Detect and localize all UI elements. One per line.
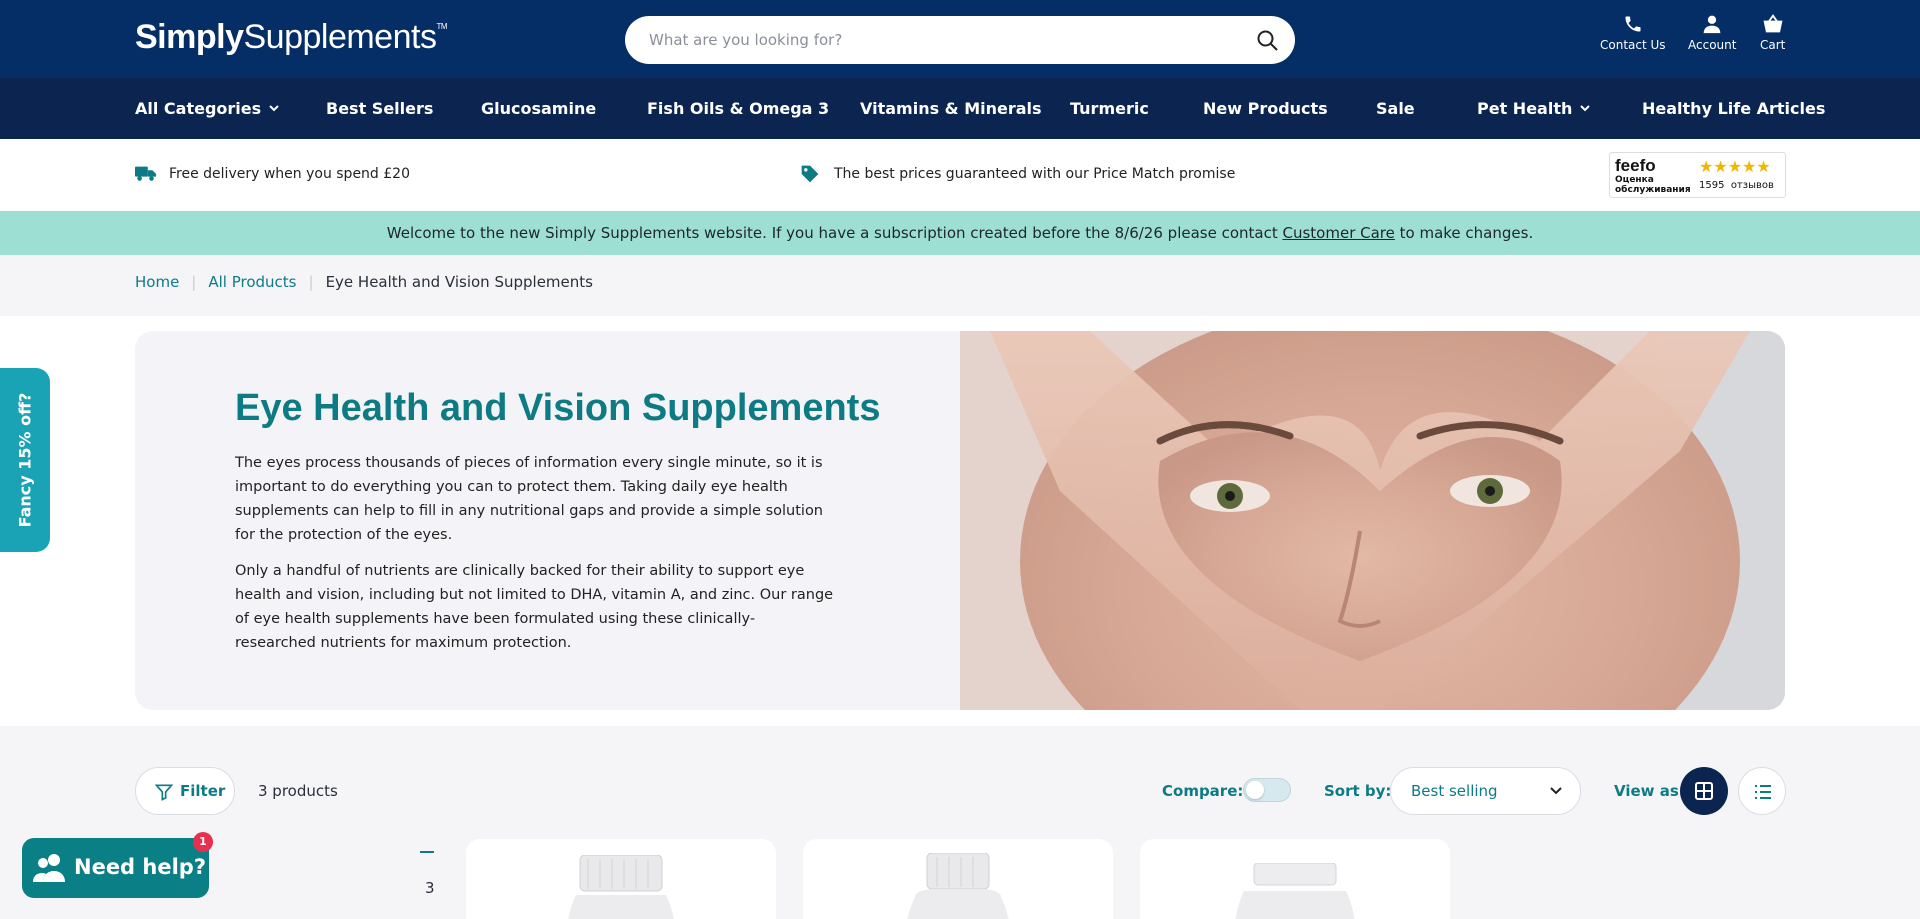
top-header: SimplySupplementsTM Contact Us Account C… <box>0 0 1920 78</box>
nav-label: Glucosamine <box>481 99 597 118</box>
nav-label: Turmeric <box>1070 99 1149 118</box>
nav-pet-health[interactable]: Pet Health <box>1477 99 1591 118</box>
announcement-text: Welcome to the new Simply Supplements we… <box>386 224 1283 242</box>
phone-icon <box>1625 16 1641 32</box>
feefo-logo: feefo <box>1615 156 1656 175</box>
product-card[interactable] <box>1140 839 1450 919</box>
nav-label: New Products <box>1203 99 1328 118</box>
users-icon <box>33 854 65 882</box>
basket-icon <box>1763 14 1783 33</box>
product-count: 3 products <box>258 782 338 800</box>
search-icon[interactable] <box>1255 28 1279 52</box>
product-bottle-image <box>907 853 1009 919</box>
nav-label: Fish Oils & Omega 3 <box>647 99 830 118</box>
nav-turmeric[interactable]: Turmeric <box>1070 99 1149 118</box>
feefo-badge[interactable]: feefo Оценка обслуживания ★★★★★ 1595 отз… <box>1609 152 1786 198</box>
hero-description-2: Only a handful of nutrients are clinical… <box>235 563 834 651</box>
filter-button[interactable]: Filter <box>135 767 235 815</box>
discount-tab-label: Fancy 15% off? <box>15 392 35 528</box>
feefo-stars: ★★★★★ <box>1699 157 1771 176</box>
chat-notification-badge: 1 <box>193 832 213 852</box>
sort-select[interactable]: Best selling <box>1390 767 1581 815</box>
sort-label: Sort by: <box>1324 782 1392 800</box>
grid-icon <box>1695 782 1713 800</box>
chevron-down-icon <box>1580 105 1591 112</box>
grid-view-button[interactable] <box>1680 767 1728 815</box>
product-bottle-image <box>568 855 674 919</box>
view-as-label: View as: <box>1614 782 1685 800</box>
cart-link[interactable]: Cart <box>1760 14 1785 52</box>
discount-popup-tab[interactable]: Fancy 15% off? <box>0 368 50 552</box>
cart-label: Cart <box>1760 38 1786 52</box>
sort-value: Best selling <box>1411 782 1498 800</box>
feefo-count-label: отзывов <box>1730 180 1774 191</box>
funnel-icon <box>154 784 174 801</box>
nav-best-sellers[interactable]: Best Sellers <box>326 99 433 118</box>
product-card[interactable] <box>803 839 1113 919</box>
list-icon <box>1755 785 1771 799</box>
breadcrumb: Home | All Products | Eye Health and Vision … <box>135 273 593 291</box>
feefo-label: Оценка обслуживания <box>1615 175 1691 195</box>
logo-rest: Supplements <box>243 18 437 56</box>
nav-label: Best Sellers <box>326 99 434 118</box>
breadcrumb-separator: | <box>308 273 314 291</box>
user-icon <box>1703 15 1721 34</box>
nav-glucosamine[interactable]: Glucosamine <box>481 99 596 118</box>
price-tag-icon <box>801 165 819 183</box>
usp-price-match-text: The best prices guaranteed with our Pric… <box>834 166 1236 182</box>
contact-us-link[interactable]: Contact Us <box>1600 14 1666 52</box>
nav-label: Pet Health <box>1477 99 1573 118</box>
account-link[interactable]: Account <box>1688 14 1736 52</box>
nav-healthy-life-articles[interactable]: Healthy Life Articles <box>1642 99 1825 118</box>
usp-delivery: Free delivery when you spend £20 <box>135 166 410 182</box>
main-nav: All Categories Best Sellers Glucosamine … <box>0 78 1920 139</box>
nav-label: Vitamins & Minerals <box>860 99 1042 118</box>
announcement-bar: Welcome to the new Simply Supplements we… <box>0 211 1920 255</box>
breadcrumb-current: Eye Health and Vision Supplements <box>325 273 593 291</box>
feefo-count-number: 1595 <box>1699 180 1725 191</box>
usp-delivery-text: Free delivery when you spend £20 <box>169 166 410 182</box>
product-bottle-image <box>1235 863 1355 919</box>
nav-sale[interactable]: Sale <box>1376 99 1415 118</box>
need-help-chat-button[interactable]: Need help? <box>22 838 209 898</box>
site-logo[interactable]: SimplySupplementsTM <box>135 18 447 57</box>
chevron-down-icon <box>1550 787 1562 795</box>
nav-new-products[interactable]: New Products <box>1203 99 1328 118</box>
heart-hands-photo <box>960 331 1785 710</box>
logo-bold: Simply <box>135 18 244 56</box>
announcement-text-end: to make changes. <box>1394 224 1534 242</box>
nav-all-categories[interactable]: All Categories <box>135 99 279 118</box>
hero-description-1: The eyes process thousands of pieces of … <box>235 455 824 543</box>
product-card[interactable] <box>466 839 776 919</box>
customer-care-link[interactable]: Customer Care <box>1283 224 1395 242</box>
compare-label: Compare: <box>1162 782 1244 800</box>
collection-hero: Eye Health and Vision Supplements The ey… <box>135 331 1785 710</box>
facet-collapse-icon[interactable] <box>420 851 434 853</box>
truck-icon <box>135 166 157 181</box>
nav-label: All Categories <box>135 99 262 118</box>
breadcrumb-all-products[interactable]: All Products <box>208 273 296 291</box>
facet-option-count: 3 <box>425 879 435 897</box>
compare-toggle[interactable] <box>1243 778 1291 802</box>
search-bar <box>625 16 1295 64</box>
contact-us-label: Contact Us <box>1600 38 1666 52</box>
chevron-down-icon <box>269 105 279 112</box>
account-label: Account <box>1688 38 1737 52</box>
nav-fish-oils[interactable]: Fish Oils & Omega 3 <box>647 99 829 118</box>
logo-tm: TM <box>436 22 448 31</box>
hero-image <box>960 331 1785 710</box>
need-help-label: Need help? <box>74 855 207 879</box>
breadcrumb-home[interactable]: Home <box>135 273 179 291</box>
nav-label: Sale <box>1376 99 1415 118</box>
filter-label: Filter <box>180 782 226 800</box>
usp-bar: Free delivery when you spend £20 The bes… <box>0 139 1920 211</box>
list-view-button[interactable] <box>1738 767 1786 815</box>
nav-label: Healthy Life Articles <box>1642 99 1826 118</box>
search-input[interactable] <box>649 26 1229 54</box>
nav-vitamins-minerals[interactable]: Vitamins & Minerals <box>860 99 1042 118</box>
feefo-review-count: 1595 отзывов <box>1699 180 1774 191</box>
breadcrumb-separator: | <box>191 273 197 291</box>
page-title: Eye Health and Vision Supplements <box>235 387 881 429</box>
usp-price-match: The best prices guaranteed with our Pric… <box>801 165 1236 183</box>
